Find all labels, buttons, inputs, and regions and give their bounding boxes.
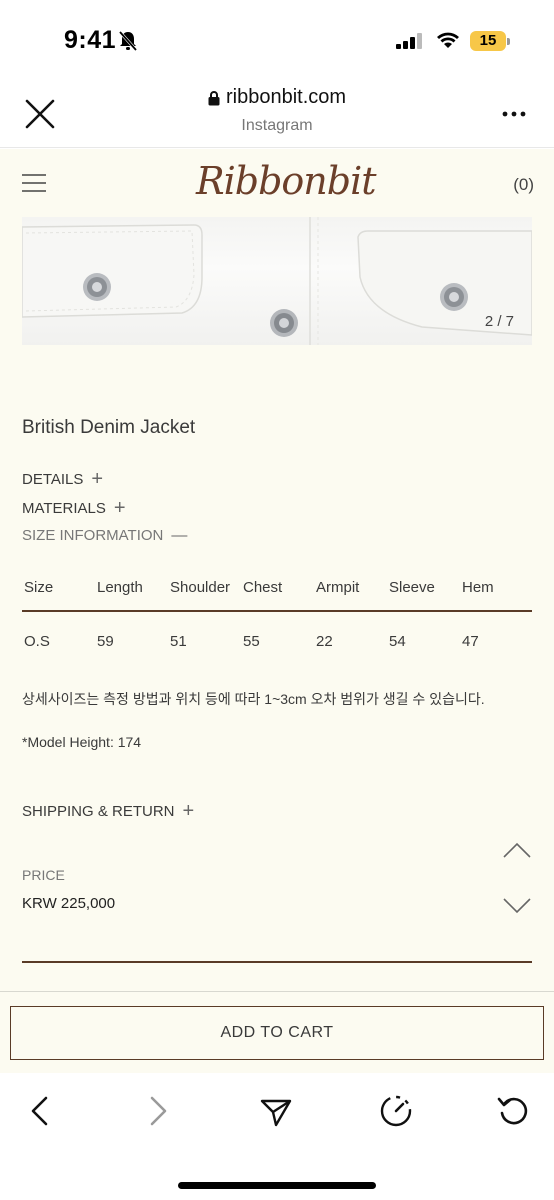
size-table-header-cell: Sleeve bbox=[389, 579, 435, 596]
reload-icon[interactable] bbox=[496, 1093, 532, 1129]
size-table-header-cell: Shoulder bbox=[170, 579, 231, 596]
table-cell: 22 bbox=[316, 633, 333, 650]
wifi-icon bbox=[437, 32, 459, 48]
plus-icon: + bbox=[113, 497, 126, 519]
minus-icon: — bbox=[171, 526, 188, 544]
accordion-details[interactable]: DETAILS + bbox=[22, 469, 103, 489]
size-table-header: Size Length Shoulder Chest Armpit Sleeve… bbox=[22, 579, 532, 611]
signal-icon bbox=[396, 33, 422, 49]
table-cell: 59 bbox=[97, 633, 114, 650]
size-table-header-cell: Armpit bbox=[316, 579, 360, 596]
battery-indicator: 15 bbox=[470, 31, 510, 51]
table-cell: 54 bbox=[389, 633, 406, 650]
home-indicator bbox=[178, 1182, 376, 1189]
product-title: British Denim Jacket bbox=[22, 417, 196, 438]
gallery-indicator: 2 / 7 bbox=[484, 313, 514, 330]
table-cell: 47 bbox=[462, 633, 479, 650]
status-bar: 9:41 15 bbox=[0, 0, 554, 80]
accordion-size-information-label: SIZE INFORMATION bbox=[22, 527, 164, 544]
accordion-size-information[interactable]: SIZE INFORMATION — bbox=[22, 527, 187, 544]
gauge-icon[interactable] bbox=[378, 1093, 414, 1129]
table-cell: 55 bbox=[243, 633, 260, 650]
url-subtitle: Instagram bbox=[241, 116, 313, 134]
browser-toolbar bbox=[0, 1073, 554, 1200]
size-table-header-cell: Hem bbox=[462, 579, 494, 596]
size-table: Size Length Shoulder Chest Armpit Sleeve… bbox=[22, 579, 532, 665]
chevron-left-icon[interactable] bbox=[22, 1093, 58, 1129]
plus-icon: + bbox=[91, 468, 104, 490]
divider bbox=[22, 961, 532, 963]
size-table-header-cell: Size bbox=[24, 579, 54, 596]
plus-icon: + bbox=[182, 800, 195, 822]
cart-count[interactable]: (0) bbox=[513, 175, 534, 195]
more-icon[interactable] bbox=[502, 110, 526, 118]
size-table-header-cell: Chest bbox=[243, 579, 283, 596]
accordion-details-label: DETAILS bbox=[22, 470, 84, 488]
menu-icon[interactable] bbox=[22, 173, 46, 193]
model-height-note: *Model Height: 174 bbox=[22, 734, 142, 750]
price-value: KRW 225,000 bbox=[22, 895, 116, 912]
accordion-shipping-return-label: SHIPPING & RETURN bbox=[22, 802, 175, 820]
table-row: O.S 59 51 55 22 54 47 bbox=[22, 611, 532, 665]
browser-header: ribbonbit.com Instagram bbox=[0, 80, 554, 148]
bell-off-icon bbox=[118, 31, 138, 51]
address-bar[interactable]: ribbonbit.com Instagram bbox=[0, 86, 554, 135]
product-image bbox=[22, 217, 532, 345]
lock-icon bbox=[208, 90, 220, 105]
chevron-down-icon[interactable] bbox=[502, 897, 532, 915]
chevron-right-icon[interactable] bbox=[140, 1093, 176, 1129]
accordion-shipping-return[interactable]: SHIPPING & RETURN + bbox=[22, 801, 194, 821]
product-image-gallery[interactable]: 2 / 7 bbox=[22, 217, 532, 345]
add-to-cart-button[interactable]: ADD TO CART bbox=[10, 1006, 544, 1060]
site-logo[interactable]: Ribbonbit bbox=[196, 159, 377, 203]
cart-bar: ADD TO CART bbox=[0, 991, 554, 1073]
table-cell: O.S bbox=[24, 633, 50, 650]
send-icon[interactable] bbox=[258, 1093, 294, 1129]
product-page: Ribbonbit (0) 2 / 7 British Denim Jacket bbox=[0, 149, 554, 991]
price-label: PRICE bbox=[22, 867, 65, 883]
measurement-note: 상세사이즈는 측정 방법과 위치 등에 따라 1~3cm 오차 범위가 생길 수… bbox=[22, 691, 485, 707]
size-table-header-cell: Length bbox=[97, 579, 143, 596]
chevron-up-icon[interactable] bbox=[502, 841, 532, 859]
url-text: ribbonbit.com bbox=[225, 86, 347, 108]
accordion-materials-label: MATERIALS bbox=[22, 499, 106, 517]
status-time: 9:41 bbox=[64, 26, 117, 54]
table-cell: 51 bbox=[170, 633, 187, 650]
accordion-materials[interactable]: MATERIALS + bbox=[22, 498, 126, 518]
